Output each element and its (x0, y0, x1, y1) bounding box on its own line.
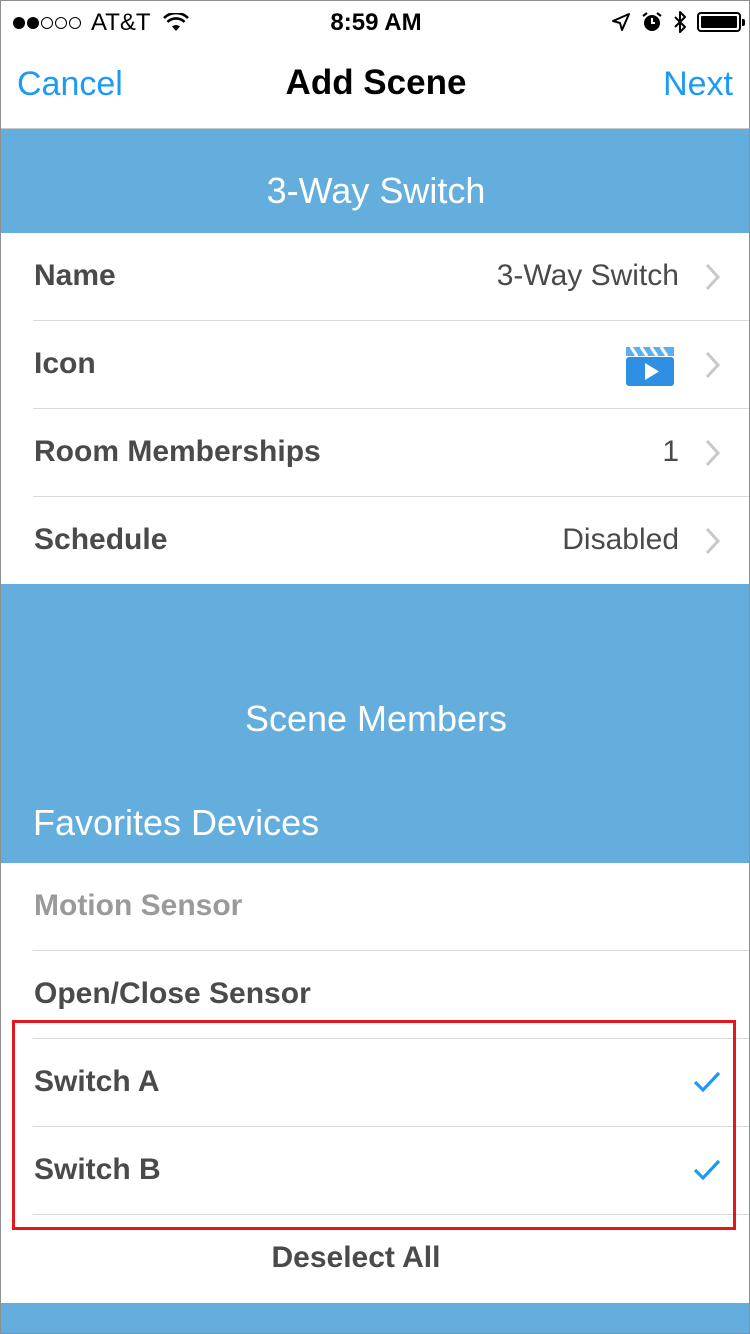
name-value: 3-Way Switch (496, 259, 679, 292)
next-button[interactable]: Next (663, 65, 733, 104)
name-label: Name (34, 259, 116, 292)
device-row-motion-sensor[interactable]: Motion Sensor (1, 863, 749, 951)
clapperboard-play-icon (626, 346, 674, 386)
device-label: Motion Sensor (34, 889, 243, 922)
battery-icon (697, 12, 745, 32)
schedule-row[interactable]: Schedule Disabled (1, 497, 749, 585)
screen: AT&T 8:59 AM Cancel Add Scene Next 3-Way… (0, 0, 750, 1334)
room-memberships-row[interactable]: Room Memberships 1 (1, 409, 749, 497)
deselect-all-button[interactable]: Deselect All (1, 1241, 711, 1275)
alarm-clock-icon (642, 12, 662, 31)
location-arrow-icon (612, 13, 630, 31)
highlight-annotation (12, 1020, 736, 1230)
name-row[interactable]: Name 3-Way Switch (1, 233, 749, 321)
bottom-band (1, 1303, 749, 1333)
icon-label: Icon (34, 347, 96, 380)
scene-header-band: 3-Way Switch (1, 129, 749, 233)
chevron-right-icon (705, 263, 721, 291)
status-bar: AT&T 8:59 AM (1, 1, 749, 41)
schedule-label: Schedule (34, 523, 168, 556)
navigation-bar: Cancel Add Scene Next (1, 41, 749, 129)
scene-members-title: Scene Members (244, 698, 508, 739)
page-title: Add Scene (285, 63, 467, 102)
scene-members-band: Scene Members Favorites Devices (1, 584, 749, 863)
schedule-value: Disabled (562, 523, 679, 556)
chevron-right-icon (705, 527, 721, 555)
favorites-devices-title: Favorites Devices (33, 802, 320, 843)
bluetooth-icon (674, 11, 686, 33)
scene-header-title: 3-Way Switch (266, 170, 486, 211)
icon-row[interactable]: Icon (1, 321, 749, 409)
room-memberships-value: 1 (662, 435, 679, 468)
room-memberships-label: Room Memberships (34, 435, 321, 468)
chevron-right-icon (705, 351, 721, 379)
device-label: Open/Close Sensor (34, 977, 311, 1010)
chevron-right-icon (705, 439, 721, 467)
